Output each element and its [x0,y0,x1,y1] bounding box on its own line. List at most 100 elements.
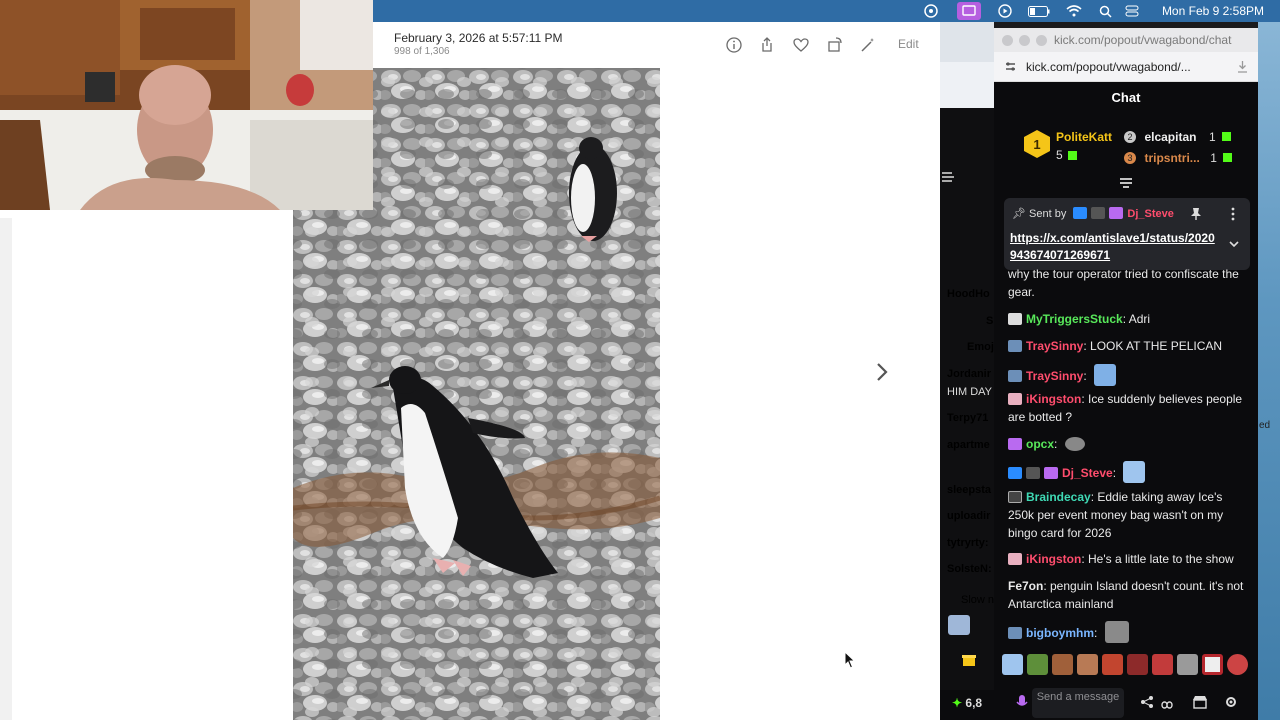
chat-emote [1064,437,1085,451]
photo-count: 998 of 1,306 [394,46,450,57]
pinned-sent-label: Sent by [1029,208,1067,220]
og-badge-icon [1026,467,1040,479]
leaderboard-gift-icon [1223,153,1233,162]
chat-message: TraySinny: LOOK AT THE PELICAN [1008,337,1248,355]
emote-button[interactable] [1027,654,1048,675]
subscriber-badge-icon [1044,467,1058,479]
browser-url-bar[interactable]: kick.com/popout/vwagabond/... [994,52,1258,82]
leaderboard-second: 2 elcapitan 1 [1124,128,1254,146]
gift-icon[interactable] [961,651,977,667]
chat-username[interactable]: Fe7on [1008,579,1043,593]
next-photo-chevron-icon[interactable] [872,360,892,384]
wifi-icon[interactable] [1064,0,1084,22]
gift-badge-icon [1008,393,1022,405]
middle-chat-name-5: Terpy71 [947,412,989,424]
subscriber-badge-icon [1008,438,1022,450]
browser-url-text: kick.com/popout/vwagabond/... [1026,60,1191,74]
subscriber-badge-icon [1109,207,1124,219]
middle-emote-icon [948,615,970,635]
settings-gear-icon[interactable] [1224,695,1238,714]
gift-badge-icon [1008,553,1022,565]
emote-button[interactable] [1077,654,1098,675]
search-icon[interactable] [1095,0,1115,22]
collapse-leaderboard-icon[interactable] [1118,176,1134,194]
store-icon[interactable] [1192,695,1208,714]
emote-button[interactable] [1227,654,1248,675]
obs-icon[interactable] [921,0,941,22]
chat-message: TraySinny: [1008,364,1248,386]
emote-button[interactable] [1102,654,1123,675]
rank-3-badge: 3 [1124,151,1136,164]
middle-chat-name-9: tytryrty: [947,537,989,549]
chat-message-text: : penguin Island doesn't count. it's not… [1008,579,1244,611]
leaderboard-count-3: 1 [1210,151,1217,165]
emote-button[interactable] [1052,654,1073,675]
emote-button[interactable] [1152,654,1173,675]
emote-button[interactable] [1177,654,1198,675]
chat-username[interactable]: Dj_Steve [1062,466,1113,480]
chat-message: opcx: [1008,435,1248,453]
desktop-background [1258,22,1280,720]
control-center-icon[interactable] [1122,0,1142,22]
info-icon[interactable] [725,36,743,54]
chat-message-text: : Adri [1122,312,1151,326]
user-badge-icon [1008,340,1022,352]
chat-username[interactable]: iKingston [1026,392,1081,406]
send-message-input[interactable]: Send a message [1032,688,1124,718]
battery-icon[interactable] [1026,0,1052,22]
favorite-heart-icon[interactable] [792,36,810,54]
middle-chat-name-4: Jordanir [947,368,992,380]
menu-clock[interactable]: Mon Feb 9 2:58PM [1162,0,1264,22]
chat-username[interactable]: MyTriggersStuck [1026,312,1123,326]
chat-message: bigboymhm: [1008,621,1248,643]
chat-message-text: : He's a little late to the show [1081,552,1234,566]
leaderboard-gift-icon [1068,151,1077,160]
expand-arrow-icon[interactable] [940,170,956,189]
emote-button[interactable] [1002,654,1023,675]
unpin-icon[interactable] [1190,207,1202,226]
minimize-window-button[interactable] [1019,35,1030,46]
leaderboard-name-1[interactable]: PoliteKatt [1056,130,1112,144]
emote-button[interactable] [1202,654,1223,675]
photo-date: February 3, 2026 at 5:57:11 PM [394,31,563,45]
viewer-count: ✦ 6,8 [952,696,983,710]
slow-mode-label: Slow n [961,594,995,606]
chat-username[interactable]: opcx [1026,437,1054,451]
pinned-link[interactable]: https://x.com/antislave1/status/20209436… [1010,230,1216,264]
chat-username[interactable]: iKingston [1026,552,1081,566]
desktop-edge-text: ed [1259,420,1271,431]
microphone-icon[interactable] [1015,694,1029,715]
download-icon[interactable] [1236,60,1249,78]
play-icon[interactable] [995,0,1015,22]
rotate-icon[interactable] [826,36,844,54]
user-badge-icon [1008,627,1022,639]
screen-share-icon[interactable] [957,2,981,20]
leaderboard-name-2[interactable]: elcapitan [1144,130,1196,144]
pinned-user[interactable]: Dj_Steve [1127,208,1173,220]
more-options-icon[interactable] [1230,207,1236,226]
chat-username[interactable]: bigboymhm [1026,626,1094,640]
share-icon[interactable] [758,36,776,54]
chat-emote [1123,461,1146,483]
zoom-window-button[interactable] [1036,35,1047,46]
middle-chat-name-10: SolsteN: [947,563,992,575]
enhance-wand-icon[interactable] [859,36,877,54]
edit-button[interactable]: Edit [898,37,919,51]
chat-username[interactable]: TraySinny [1026,339,1083,353]
share-icon[interactable] [1140,695,1154,714]
site-settings-icon[interactable] [1004,60,1017,78]
chat-username[interactable]: TraySinny [1026,369,1083,383]
leaderboard-count-1: 5 [1056,148,1063,162]
infinity-icon[interactable] [1158,697,1176,715]
chat-message: Fe7on: penguin Island doesn't count. it'… [1008,577,1248,613]
chat-username[interactable]: Braindecay [1026,490,1091,504]
middle-chat-line: HIM DAY [947,386,993,398]
chat-header: Chat [1111,90,1141,105]
chat-message: Braindecay: Eddie taking away Ice's 250k… [1008,488,1248,542]
expand-pinned-chevron-icon[interactable] [1228,236,1240,254]
leaderboard-name-3[interactable]: tripsntri... [1144,151,1199,165]
emote-button[interactable] [1127,654,1148,675]
close-window-button[interactable] [1002,35,1013,46]
middle-chat-name-7: sleepsta [947,484,992,496]
chat-message-text: : [1083,369,1087,383]
